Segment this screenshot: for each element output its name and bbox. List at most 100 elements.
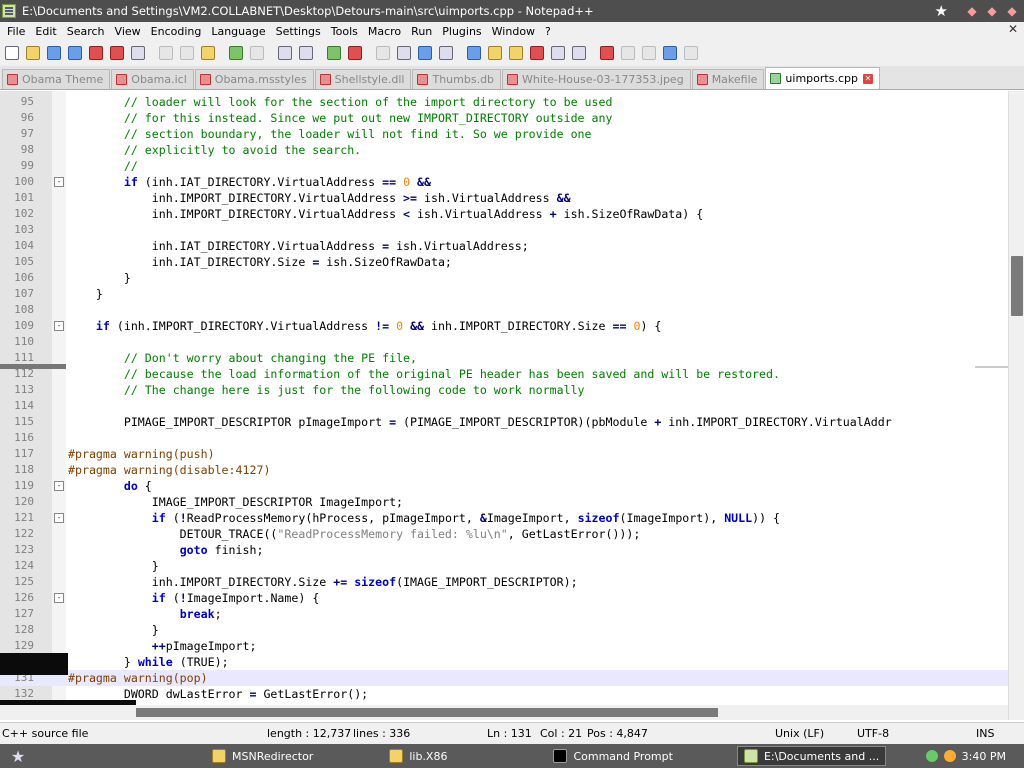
code-line[interactable]: 124 }: [0, 558, 1008, 574]
fold-toggle-icon[interactable]: -: [54, 481, 64, 491]
code-line[interactable]: 98 // explicitly to avoid the search.: [0, 142, 1008, 158]
language-icon[interactable]: [464, 43, 484, 63]
function-list-icon[interactable]: [527, 43, 547, 63]
code-line[interactable]: 121 - if (!ReadProcessMemory(hProcess, pI…: [0, 510, 1008, 526]
code-line[interactable]: 96 // for this instead. Since we put out…: [0, 110, 1008, 126]
maximize-button[interactable]: ◆: [984, 3, 1000, 19]
menu-tools[interactable]: Tools: [326, 25, 363, 38]
tab-uimports-cpp[interactable]: uimports.cpp ✕: [765, 67, 880, 89]
menu-macro[interactable]: Macro: [363, 25, 406, 38]
code-line[interactable]: 129 ++pImageImport;: [0, 638, 1008, 654]
taskbar-item-command-prompt[interactable]: Command Prompt: [547, 746, 679, 766]
menu-help[interactable]: ?: [540, 25, 556, 38]
menu-encoding[interactable]: Encoding: [146, 25, 207, 38]
search-icon[interactable]: [943, 750, 956, 762]
code-line[interactable]: 104 inh.IAT_DIRECTORY.VirtualAddress = i…: [0, 238, 1008, 254]
fold-toggle-icon[interactable]: -: [54, 177, 64, 187]
zoom-in-icon[interactable]: [324, 43, 344, 63]
close-file-icon[interactable]: [86, 43, 106, 63]
menu-run[interactable]: Run: [406, 25, 437, 38]
zoom-out-icon[interactable]: [345, 43, 365, 63]
stop-macro-icon[interactable]: [618, 43, 638, 63]
code-line[interactable]: 119 - do {: [0, 478, 1008, 494]
print-icon[interactable]: [128, 43, 148, 63]
code-line[interactable]: 114: [0, 398, 1008, 414]
find-icon[interactable]: [275, 43, 295, 63]
menu-edit[interactable]: Edit: [30, 25, 61, 38]
indent-guide-icon[interactable]: [436, 43, 456, 63]
sync-scroll-icon[interactable]: [373, 43, 393, 63]
eye-icon[interactable]: [569, 43, 589, 63]
save-icon[interactable]: [44, 43, 64, 63]
show-all-chars-icon[interactable]: [415, 43, 435, 63]
word-wrap-icon[interactable]: [394, 43, 414, 63]
code-line[interactable]: 109 - if (inh.IMPORT_DIRECTORY.VirtualAdd…: [0, 318, 1008, 334]
close-tab-icon[interactable]: ✕: [862, 73, 873, 84]
code-line[interactable]: 116: [0, 430, 1008, 446]
tab-obama-msstyles[interactable]: Obama.msstyles: [194, 69, 314, 89]
redo-icon[interactable]: [247, 43, 267, 63]
fold-toggle-icon[interactable]: -: [54, 321, 64, 331]
code-line[interactable]: 123 goto finish;: [0, 542, 1008, 558]
code-line[interactable]: 113 // The change here is just for the f…: [0, 382, 1008, 398]
code-line[interactable]: 127 break;: [0, 606, 1008, 622]
code-line[interactable]: 120 IMAGE_IMPORT_DESCRIPTOR ImageImport;: [0, 494, 1008, 510]
taskbar-item-msnredirector[interactable]: MSNRedirector: [206, 746, 319, 766]
tab-makefile[interactable]: Makefile: [691, 69, 765, 89]
folder-as-workspace-icon[interactable]: [485, 43, 505, 63]
menu-language[interactable]: Language: [206, 25, 270, 38]
tab-shellstyle-dll[interactable]: Shellstyle.dll: [314, 69, 412, 89]
undo-icon[interactable]: [226, 43, 246, 63]
code-line[interactable]: 95 // loader will look for the section o…: [0, 94, 1008, 110]
code-line[interactable]: 101 inh.IMPORT_DIRECTORY.VirtualAddress …: [0, 190, 1008, 206]
code-line[interactable]: 130 } while (TRUE);: [0, 654, 1008, 670]
monitoring-icon[interactable]: [548, 43, 568, 63]
clock[interactable]: 3:40 PM: [962, 750, 1006, 763]
start-button[interactable]: ★: [0, 744, 36, 768]
doc-map-icon[interactable]: [506, 43, 526, 63]
fold-toggle-icon[interactable]: -: [54, 513, 64, 523]
close-button[interactable]: ◆: [1004, 3, 1020, 19]
save-macro-icon[interactable]: [681, 43, 701, 63]
tab-white-house-jpeg[interactable]: White-House-03-177353.jpeg: [502, 69, 691, 89]
minimize-button[interactable]: ◆: [964, 3, 980, 19]
open-file-icon[interactable]: [23, 43, 43, 63]
tab-obama-theme[interactable]: Obama Theme: [2, 69, 111, 89]
code-line[interactable]: 125 inh.IMPORT_DIRECTORY.Size += sizeof(…: [0, 574, 1008, 590]
menu-settings[interactable]: Settings: [271, 25, 326, 38]
menu-window[interactable]: Window: [487, 25, 540, 38]
code-line[interactable]: 107 }: [0, 286, 1008, 302]
code-line[interactable]: 102 inh.IMPORT_DIRECTORY.VirtualAddress …: [0, 206, 1008, 222]
code-line[interactable]: 108: [0, 302, 1008, 318]
code-line[interactable]: 106 }: [0, 270, 1008, 286]
taskbar-item-notepad[interactable]: E:\Documents and ...: [736, 746, 887, 766]
code-line[interactable]: 122 DETOUR_TRACE(("ReadProcessMemory fai…: [0, 526, 1008, 542]
code-line[interactable]: 99 //: [0, 158, 1008, 174]
cut-icon[interactable]: [156, 43, 176, 63]
code-line[interactable]: 103: [0, 222, 1008, 238]
play-macro-icon[interactable]: [639, 43, 659, 63]
code-line[interactable]: 128 }: [0, 622, 1008, 638]
network-icon[interactable]: [925, 750, 938, 762]
code-line[interactable]: 131 #pragma warning(pop): [0, 670, 1008, 686]
menu-search[interactable]: Search: [62, 25, 110, 38]
code-editor[interactable]: 95 // loader will look for the section o…: [0, 91, 1008, 720]
record-macro-icon[interactable]: [597, 43, 617, 63]
scroll-thumb[interactable]: [136, 708, 718, 717]
vertical-scrollbar[interactable]: [1008, 91, 1024, 720]
code-line[interactable]: 112 // because the load information of t…: [0, 366, 1008, 382]
menu-view[interactable]: View: [110, 25, 146, 38]
fold-toggle-icon[interactable]: -: [54, 593, 64, 603]
menu-plugins[interactable]: Plugins: [437, 25, 486, 38]
code-line[interactable]: 117 #pragma warning(push): [0, 446, 1008, 462]
code-line[interactable]: 132 DWORD dwLastError = GetLastError();: [0, 686, 1008, 702]
scroll-thumb[interactable]: [1011, 256, 1023, 316]
code-line[interactable]: 126 - if (!ImageImport.Name) {: [0, 590, 1008, 606]
tab-obama-icl[interactable]: Obama.icl: [111, 69, 194, 89]
taskbar-item-lib-x86[interactable]: lib.X86: [383, 746, 453, 766]
replace-icon[interactable]: [296, 43, 316, 63]
close-all-icon[interactable]: [107, 43, 127, 63]
code-line[interactable]: 110: [0, 334, 1008, 350]
code-line[interactable]: 111 // Don't worry about changing the PE…: [0, 350, 1008, 366]
menu-file[interactable]: File: [2, 25, 30, 38]
